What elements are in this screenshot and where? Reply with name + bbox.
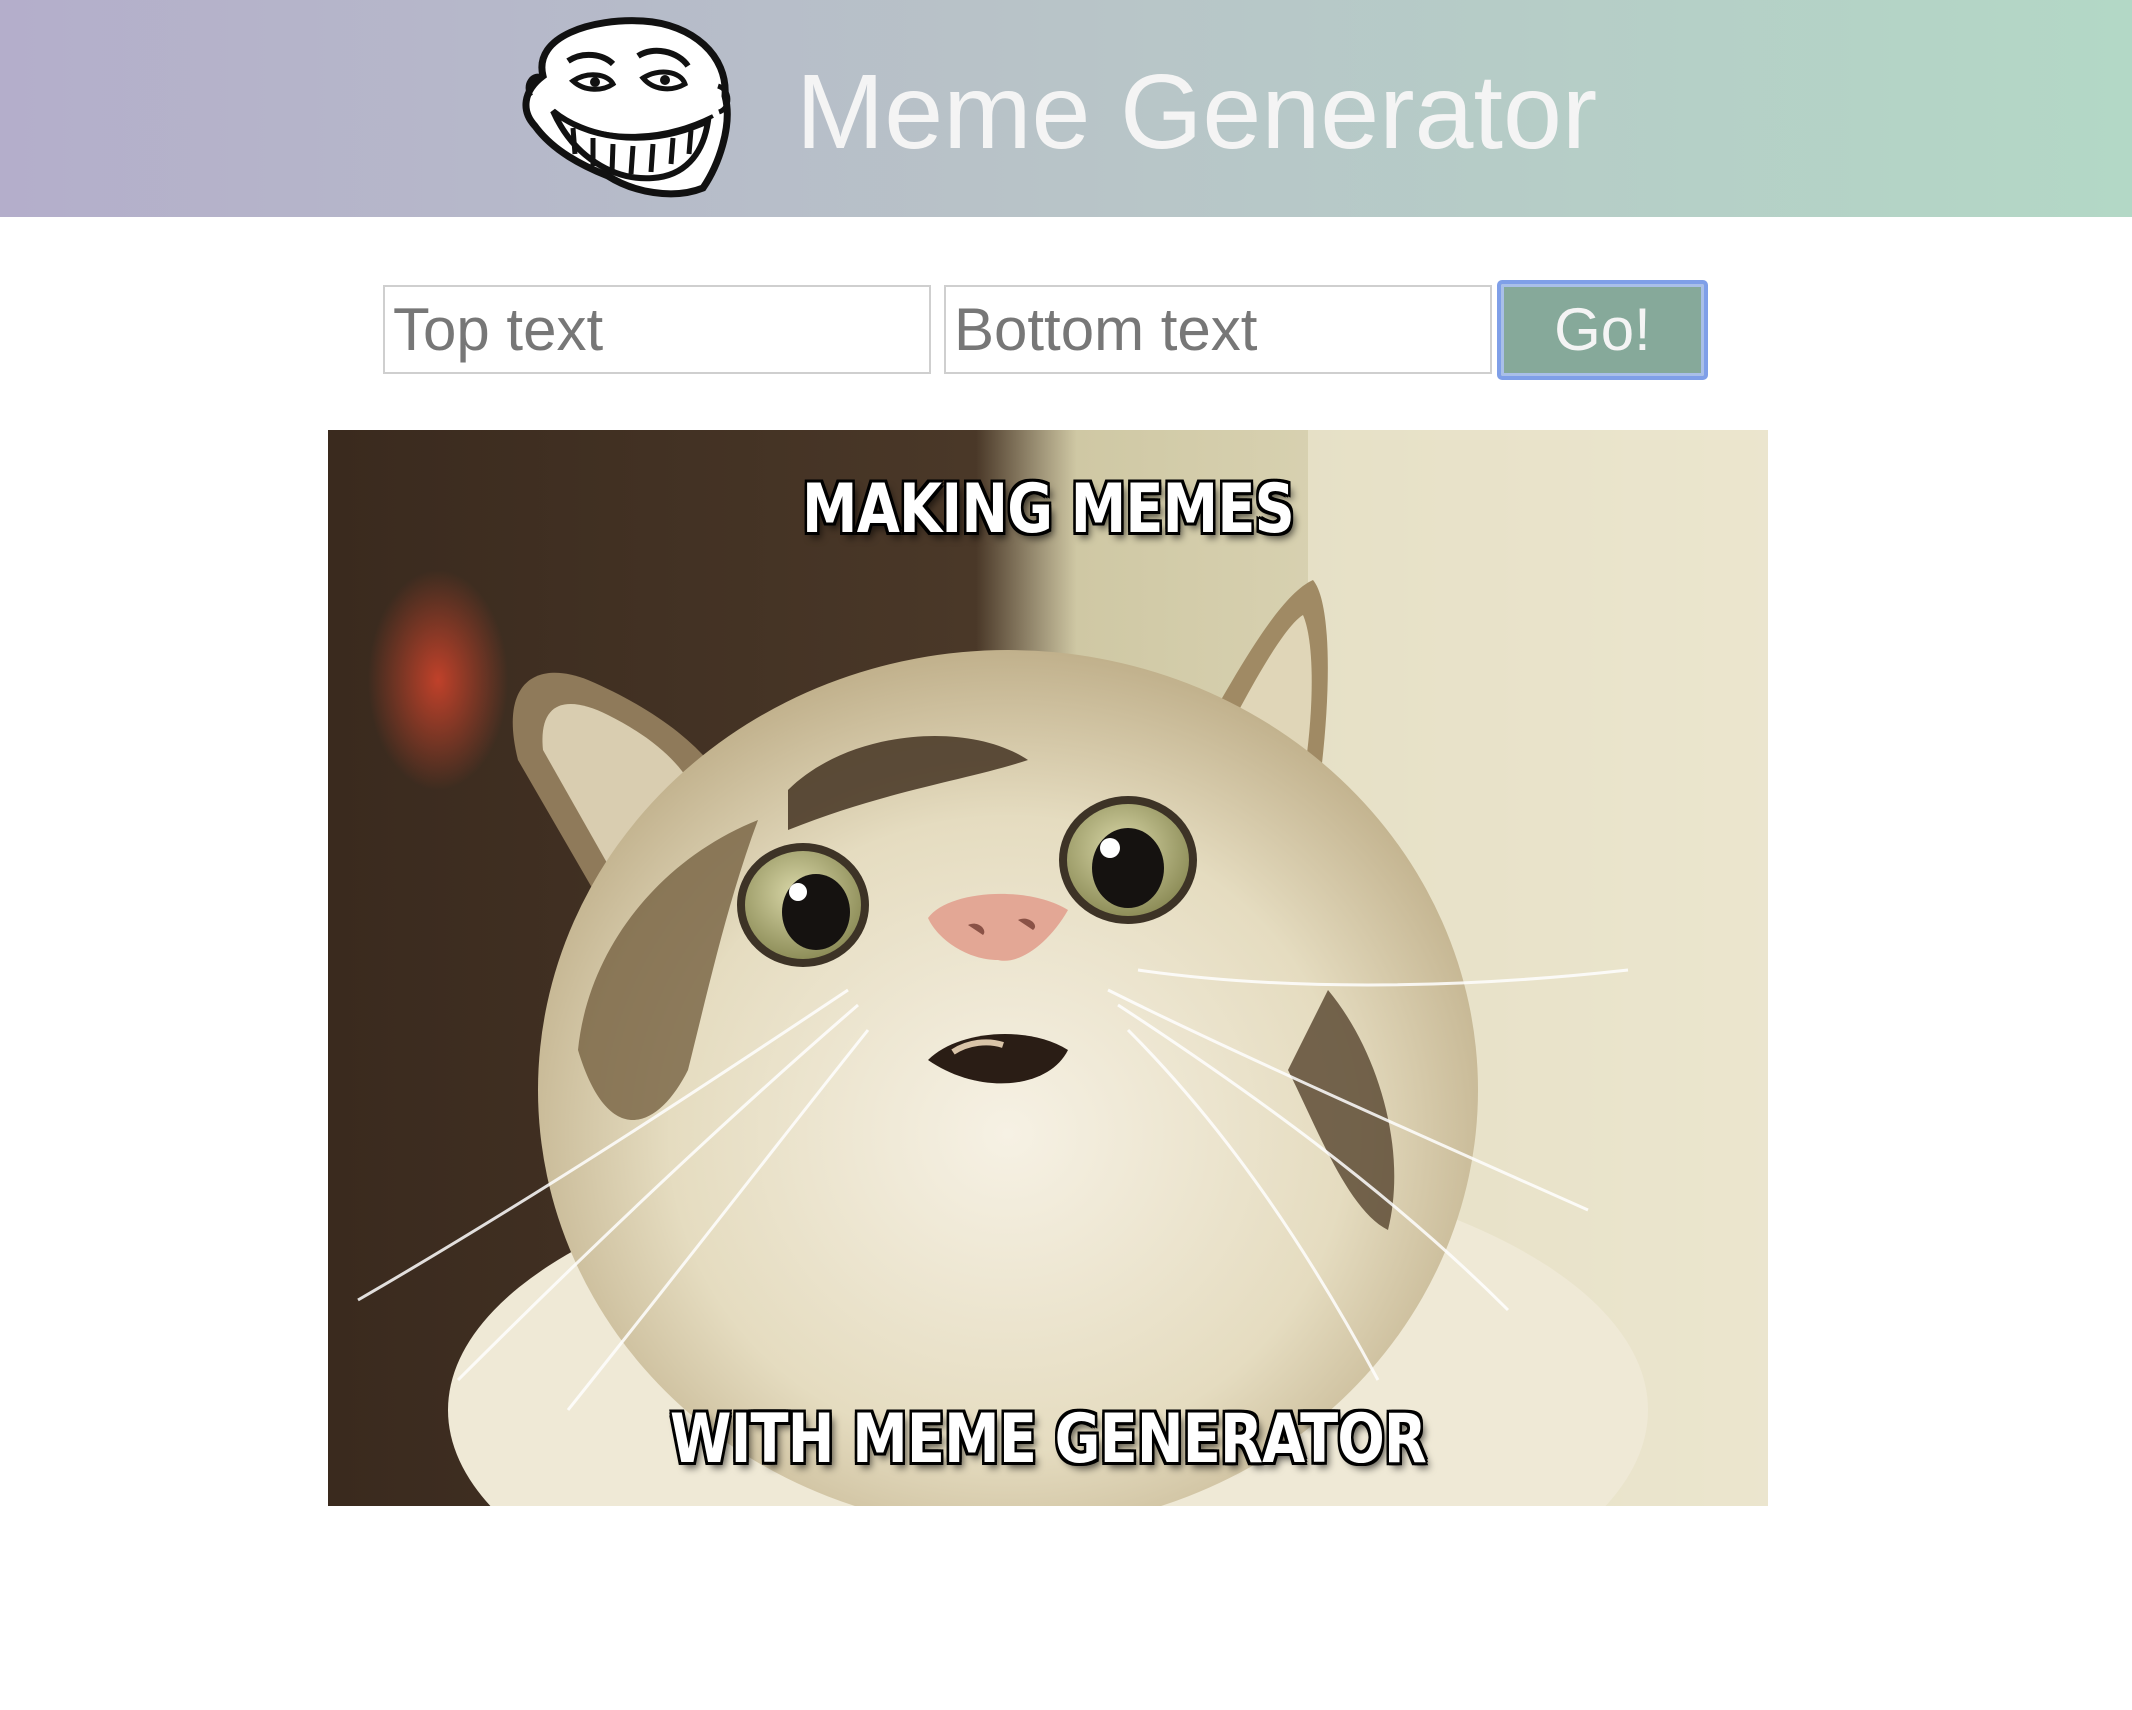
meme-top-caption: MAKING MEMES xyxy=(802,470,1295,549)
surprised-cat-image xyxy=(328,430,1768,1506)
top-text-input[interactable] xyxy=(383,285,931,374)
bottom-text-input[interactable] xyxy=(944,285,1492,374)
meme-preview: MAKING MEMES WITH MEME GENERATOR xyxy=(328,430,1768,1506)
meme-bottom-caption: WITH MEME GENERATOR xyxy=(669,1400,1427,1479)
troll-face-icon xyxy=(522,17,731,198)
go-button[interactable]: Go! xyxy=(1497,280,1708,380)
app-header: Meme Generator xyxy=(0,0,2132,217)
app-title: Meme Generator xyxy=(796,53,1598,171)
